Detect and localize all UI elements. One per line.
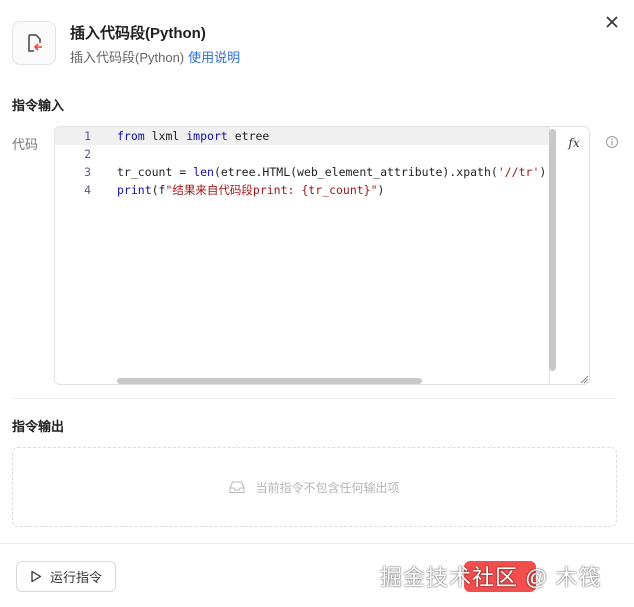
dialog-title: 插入代码段(Python): [70, 25, 206, 42]
code-token: tr_count =: [117, 165, 194, 179]
resize-handle-icon[interactable]: [579, 374, 589, 384]
code-text: from lxml import etree: [117, 127, 269, 145]
line-number: 1: [84, 129, 91, 143]
output-empty-state: 当前指令不包含任何输出项: [12, 447, 617, 527]
code-token: import: [186, 129, 228, 143]
code-token: '//tr': [497, 165, 540, 179]
inbox-icon: [229, 481, 246, 494]
line-number: 3: [84, 165, 91, 179]
code-token: print: [117, 183, 152, 197]
code-text: tr_count = len(etree.HTML(web_element_at…: [117, 163, 546, 181]
dialog-header: 插入代码段(Python) 插入代码段(Python) 使用说明: [0, 0, 634, 84]
code-line[interactable]: 2: [55, 145, 549, 163]
code-token: (f: [151, 183, 166, 197]
code-token: lxml: [144, 129, 187, 143]
code-token: "结果来自代码段print: {tr_count}": [165, 183, 378, 197]
run-command-label: 运行指令: [49, 570, 102, 585]
code-token: etree: [227, 129, 270, 143]
code-line[interactable]: 3 tr_count = len(etree.HTML(web_element_a…: [55, 163, 549, 181]
vertical-scrollbar[interactable]: [549, 129, 556, 371]
output-empty-text: 当前指令不包含任何输出项: [255, 480, 400, 495]
code-editor[interactable]: 4 print(f"结果来自代码段print: {tr_count}") 3 tr_c…: [54, 126, 590, 385]
help-link[interactable]: 使用说明: [188, 50, 240, 65]
output-section-title: 指令输出: [12, 419, 65, 434]
fx-button[interactable]: fx: [563, 133, 585, 153]
code-token: len: [193, 165, 214, 179]
code-text: print(f"结果来自代码段print: {tr_count}"): [117, 181, 384, 199]
play-icon: [31, 570, 42, 583]
run-command-button[interactable]: 运行指令: [16, 561, 116, 592]
code-field-label: 代码: [12, 137, 39, 152]
code-line[interactable]: 4 print(f"结果来自代码段print: {tr_count}"): [55, 181, 549, 199]
section-divider: [12, 398, 616, 399]
close-button[interactable]: [600, 10, 624, 34]
code-token: ): [377, 183, 385, 197]
horizontal-scrollbar[interactable]: [117, 378, 422, 384]
close-icon: [606, 16, 618, 28]
code-snippet-icon: [12, 21, 56, 65]
code-line[interactable]: 1 from lxml import etree: [55, 127, 549, 145]
code-token: (etree.HTML(web_element_attribute).xpath…: [213, 165, 498, 179]
watermark: 掘金技术社区 @ 木筏: [380, 565, 602, 590]
line-number: 2: [84, 147, 91, 161]
info-icon[interactable]: [605, 135, 619, 149]
input-section-title: 指令输入: [12, 98, 65, 113]
code-token: from: [117, 129, 145, 143]
code-token: ): [539, 165, 547, 179]
line-number: 4: [84, 183, 91, 197]
footer-divider: [0, 543, 634, 544]
dialog-subtitle: 插入代码段(Python) 使用说明: [70, 47, 240, 66]
subtitle-text: 插入代码段(Python): [70, 50, 185, 65]
